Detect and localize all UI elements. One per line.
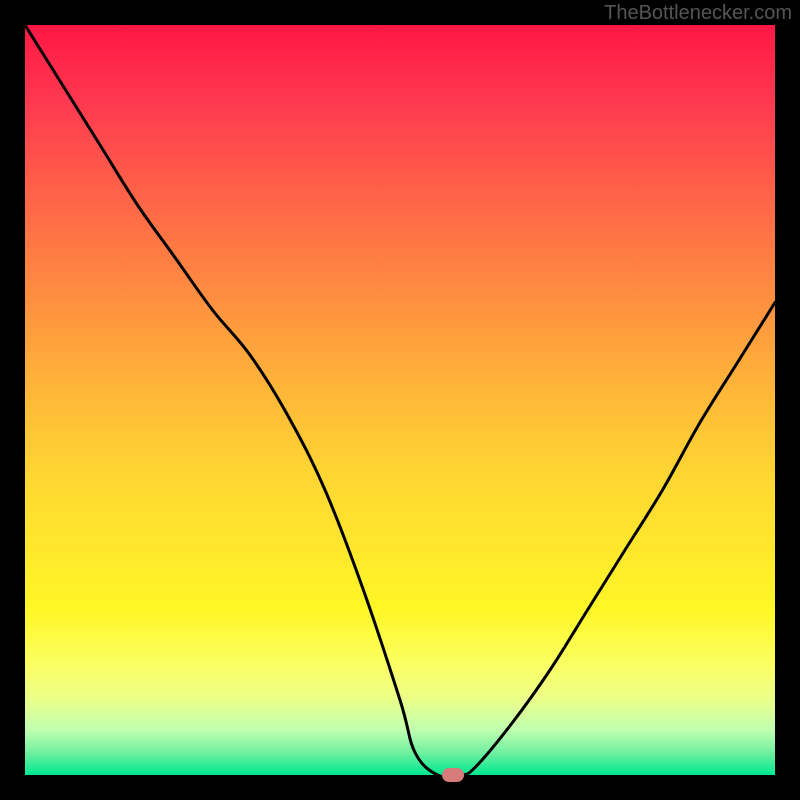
chart-marker bbox=[442, 768, 464, 782]
chart-plot-area bbox=[25, 25, 775, 775]
watermark-text: TheBottlenecker.com bbox=[604, 2, 792, 25]
chart-curve bbox=[25, 25, 775, 775]
